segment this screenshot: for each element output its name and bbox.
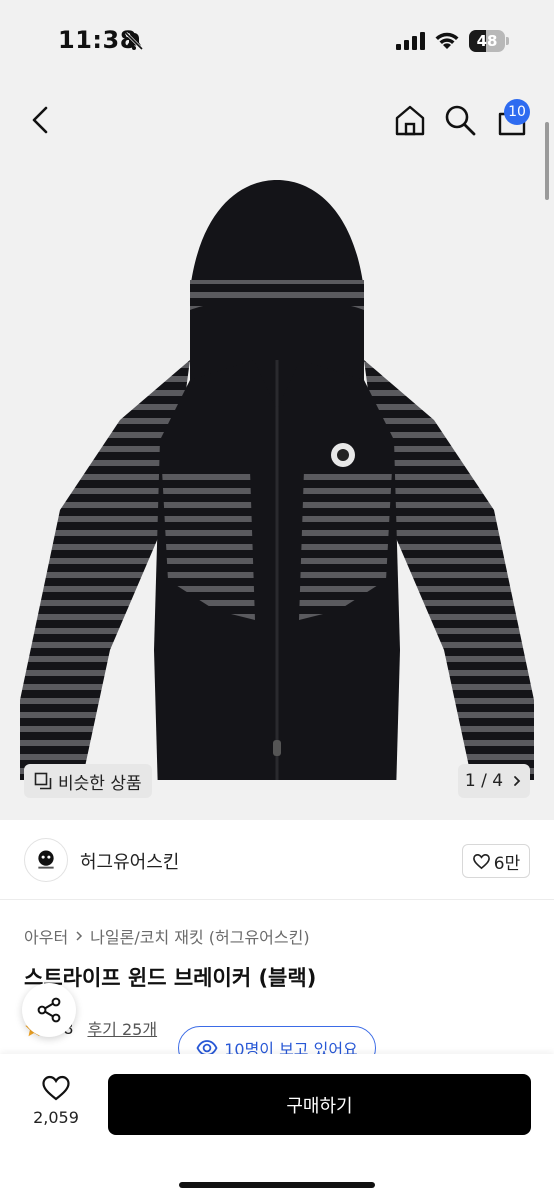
scroll-indicator [545, 122, 549, 200]
brand-row[interactable]: 허그유어스킨 6만 [0, 820, 554, 900]
home-icon[interactable] [392, 102, 428, 138]
breadcrumb: 아우터 나일론/코치 재킷 (허그유어스킨) [24, 924, 310, 948]
battery-indicator: 48 [469, 30, 509, 52]
bottom-action-bar: 2,059 구매하기 [0, 1054, 554, 1200]
breadcrumb-item-subcategory[interactable]: 나일론/코치 재킷 (허그유어스킨) [90, 924, 309, 948]
image-counter[interactable]: 1 / 4 [458, 764, 530, 798]
back-button[interactable] [22, 100, 58, 140]
heart-icon [472, 853, 490, 869]
product-title: 스트라이프 윈드 브레이커 (블랙) [24, 966, 317, 990]
home-indicator [179, 1182, 375, 1188]
similar-products-label: 비슷한 상품 [58, 773, 142, 794]
product-photo-jacket [20, 180, 534, 780]
bell-slash-icon [124, 31, 144, 51]
brand-logo[interactable] [24, 838, 68, 882]
image-counter-label: 1 / 4 [464, 771, 504, 791]
product-image-gallery[interactable]: 10 비슷한 상품 1 / 4 [0, 84, 554, 820]
share-button[interactable] [22, 983, 76, 1037]
review-link[interactable]: 후기 25개 [87, 1016, 157, 1040]
status-bar: 11:38 48 [0, 0, 554, 84]
brand-name[interactable]: 허그유어스킨 [80, 848, 179, 874]
buy-button[interactable]: 구매하기 [108, 1074, 531, 1135]
cart-badge: 10 [504, 99, 530, 125]
chevron-right-icon [514, 776, 521, 786]
breadcrumb-item-category[interactable]: 아우터 [24, 924, 68, 948]
wifi-icon [435, 32, 459, 49]
signal-icon [396, 32, 425, 50]
heart-icon [42, 1075, 70, 1101]
similar-products-button[interactable]: 비슷한 상품 [24, 764, 152, 798]
battery-level: 48 [476, 32, 498, 50]
brand-like-count: 6만 [493, 853, 521, 874]
wishlist-count: 2,059 [33, 1108, 79, 1127]
chevron-right-icon [76, 931, 83, 941]
wishlist-button[interactable]: 2,059 [18, 1074, 94, 1138]
search-icon[interactable] [442, 102, 478, 138]
share-icon [37, 997, 61, 1023]
copy-icon [34, 772, 52, 790]
brand-like-button[interactable]: 6만 [462, 844, 530, 878]
